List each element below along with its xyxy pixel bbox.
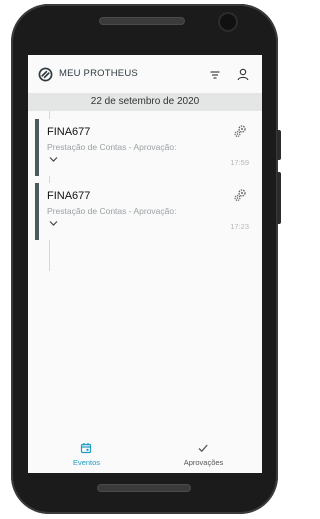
app-header: MEU PROTHEUS — [28, 55, 262, 93]
date-header: 22 de setembro de 2020 — [28, 93, 262, 111]
gear-icon — [234, 125, 246, 138]
phone-bottom-speaker — [97, 484, 191, 492]
nav-tab-aprovacoes[interactable]: Aprovações — [145, 435, 262, 473]
bottom-navigation: Eventos Aprovações — [28, 435, 262, 473]
nav-tab-eventos[interactable]: Eventos — [28, 435, 145, 473]
event-card[interactable]: FINA677 Prestação de Contas - Aprovação:… — [35, 183, 257, 240]
nav-label-eventos: Eventos — [72, 458, 101, 467]
calendar-icon — [80, 443, 92, 454]
event-status-stripe — [35, 119, 39, 176]
phone-camera — [220, 14, 236, 30]
filter-icon[interactable] — [209, 69, 221, 81]
event-time: 17:23 — [230, 222, 249, 231]
chevron-down-icon[interactable] — [49, 156, 58, 163]
user-icon[interactable] — [237, 68, 249, 81]
event-card[interactable]: FINA677 Prestação de Contas - Aprovação:… — [35, 119, 257, 176]
phone-power-button — [277, 172, 281, 224]
app-title: MEU PROTHEUS — [59, 68, 138, 79]
nav-label-aprovacoes: Aprovações — [183, 458, 224, 467]
check-icon — [198, 444, 208, 453]
event-status-stripe — [35, 183, 39, 240]
event-description: Prestação de Contas - Aprovação: — [47, 206, 177, 216]
chevron-down-icon[interactable] — [49, 220, 58, 227]
event-description: Prestação de Contas - Aprovação: — [47, 142, 177, 152]
gear-icon — [234, 189, 246, 202]
event-time: 17:59 — [230, 158, 249, 167]
app-screen: MEU PROTHEUS 22 de setembro de 2020 FINA… — [28, 55, 262, 473]
event-code: FINA677 — [47, 190, 91, 202]
phone-volume-button — [277, 130, 281, 160]
protheus-logo-icon — [38, 67, 53, 82]
event-code: FINA677 — [47, 126, 91, 138]
phone-speaker — [99, 17, 185, 25]
